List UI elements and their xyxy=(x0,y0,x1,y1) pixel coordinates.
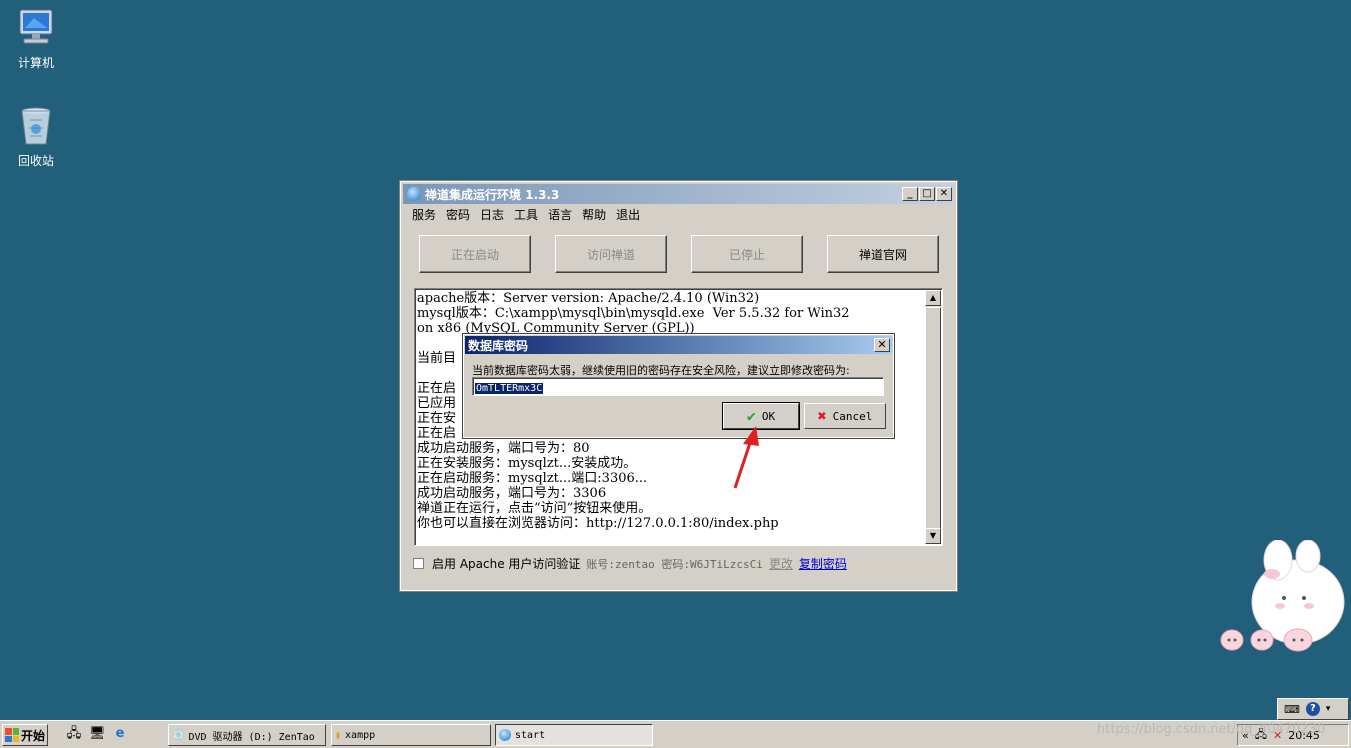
menu-log[interactable]: 日志 xyxy=(475,206,509,224)
server-manager-icon[interactable]: 🖧 xyxy=(66,726,82,742)
cancel-button[interactable]: ✖ Cancel xyxy=(804,403,886,429)
keyboard-icon[interactable]: ⌨ xyxy=(1284,703,1300,716)
visit-zentao-button[interactable]: 访问禅道 xyxy=(555,235,667,273)
db-password-dialog: 数据库密码 ✕ 当前数据库密码太弱，继续使用旧的密码存在安全风险，建议立即修改密… xyxy=(462,333,895,439)
ok-label: OK xyxy=(761,409,776,423)
stopped-button[interactable]: 已停止 xyxy=(691,235,803,273)
scroll-down-arrow-icon[interactable]: ▼ xyxy=(925,528,941,544)
copy-password-link[interactable]: 复制密码 xyxy=(799,555,847,572)
desktop-icon-computer[interactable]: 计算机 xyxy=(0,6,72,71)
log-line: 你也可以直接在浏览器访问：http://127.0.0.1:80/index.p… xyxy=(417,516,779,531)
cross-icon: ✖ xyxy=(817,407,827,425)
close-button[interactable]: ✕ xyxy=(936,187,952,201)
recycle-bin-icon xyxy=(14,104,58,148)
minimize-button[interactable]: _ xyxy=(902,187,918,201)
show-desktop-icon[interactable]: 🖥 xyxy=(89,726,106,742)
scroll-thumb[interactable] xyxy=(925,307,941,529)
menu-password[interactable]: 密码 xyxy=(441,206,475,224)
desktop-icon-label: 回收站 xyxy=(17,154,54,168)
dialog-message: 当前数据库密码太弱，继续使用旧的密码存在安全风险，建议立即修改密码为: xyxy=(472,364,850,377)
dialog-title: 数据库密码 xyxy=(468,338,529,353)
scroll-up-arrow-icon[interactable]: ▲ xyxy=(925,290,941,306)
task-label: xampp xyxy=(345,729,376,741)
taskbar-item-dvd-drive[interactable]: 💿 DVD 驱动器 (D:) ZenTao xyxy=(168,724,326,746)
apache-auth-checkbox[interactable] xyxy=(413,558,424,569)
task-label: DVD 驱动器 (D:) ZenTao xyxy=(188,731,315,743)
zentao-website-button[interactable]: 禅道官网 xyxy=(827,235,939,273)
language-bar[interactable]: ⌨ ? ▾ xyxy=(1277,698,1349,720)
app-globe-icon xyxy=(407,187,421,201)
start-label: 开始 xyxy=(21,728,46,743)
log-line: 禅道正在运行，点击“访问”按钮来使用。 xyxy=(417,501,652,516)
password-value: OmTLTERmx3C xyxy=(475,383,544,394)
menu-exit[interactable]: 退出 xyxy=(611,206,645,224)
menu-bar: 服务 密码 日志 工具 语言 帮助 退出 xyxy=(401,206,956,224)
folder-icon: ▮ xyxy=(335,729,342,741)
maximize-button[interactable]: □ xyxy=(919,187,935,201)
annotation-arrow xyxy=(733,426,759,489)
computer-icon xyxy=(14,6,58,50)
log-scrollbar[interactable]: ▲ ▼ xyxy=(925,290,941,544)
apache-auth-label: 启用 Apache 用户访问验证 xyxy=(432,557,581,571)
start-button[interactable]: 开始 xyxy=(2,724,48,746)
bunny-sticker-image xyxy=(1220,540,1345,652)
window-title: 禅道集成运行环境 1.3.3 xyxy=(425,187,560,202)
internet-explorer-icon[interactable]: e xyxy=(112,726,128,742)
watermark-text: https://blog.csdn.net/qq_40470230 xyxy=(1097,722,1326,737)
windows-logo-icon xyxy=(5,728,19,742)
menu-tools[interactable]: 工具 xyxy=(509,206,543,224)
change-link[interactable]: 更改 xyxy=(769,555,793,572)
desktop-icon-label: 计算机 xyxy=(17,56,54,70)
taskbar-item-start[interactable]: start xyxy=(495,724,653,746)
dialog-close-button[interactable]: ✕ xyxy=(874,338,890,352)
log-line: mysql版本：C:\xampp\mysql\bin\mysqld.exe Ve… xyxy=(417,306,850,321)
log-line: 正在启动服务：mysqlzt...端口:3306... xyxy=(417,471,648,486)
dialog-titlebar[interactable]: 数据库密码 ✕ xyxy=(465,336,892,354)
log-line: 正在安装服务：mysqlzt...安装成功。 xyxy=(417,456,637,471)
auth-row: 启用 Apache 用户访问验证 账号:zentao 密码:W6JTiLzcsC… xyxy=(413,555,847,572)
app-globe-icon xyxy=(499,729,511,741)
log-line: apache版本：Server version: Apache/2.4.10 (… xyxy=(417,291,760,306)
account-info: 账号:zentao 密码:W6JTiLzcsCi xyxy=(586,557,763,571)
help-icon[interactable]: ? xyxy=(1305,702,1320,716)
log-line: 成功启动服务，端口号为：80 xyxy=(417,441,590,456)
cancel-label: Cancel xyxy=(832,409,873,423)
dvd-drive-icon: 💿 xyxy=(172,729,185,741)
menu-language[interactable]: 语言 xyxy=(543,206,577,224)
starting-button[interactable]: 正在启动 xyxy=(419,235,531,273)
options-arrow-icon[interactable]: ▾ xyxy=(1326,704,1331,714)
menu-service[interactable]: 服务 xyxy=(407,206,441,224)
new-password-input[interactable]: OmTLTERmx3C xyxy=(472,377,884,396)
task-label: start xyxy=(515,729,546,741)
log-line: 成功启动服务，端口号为：3306 xyxy=(417,486,607,501)
window-titlebar[interactable]: 禅道集成运行环境 1.3.3 _ □ ✕ xyxy=(403,184,954,204)
menu-help[interactable]: 帮助 xyxy=(577,206,611,224)
taskbar-item-xampp[interactable]: ▮ xampp xyxy=(331,724,491,746)
desktop-icon-recycle-bin[interactable]: 回收站 xyxy=(0,104,72,169)
